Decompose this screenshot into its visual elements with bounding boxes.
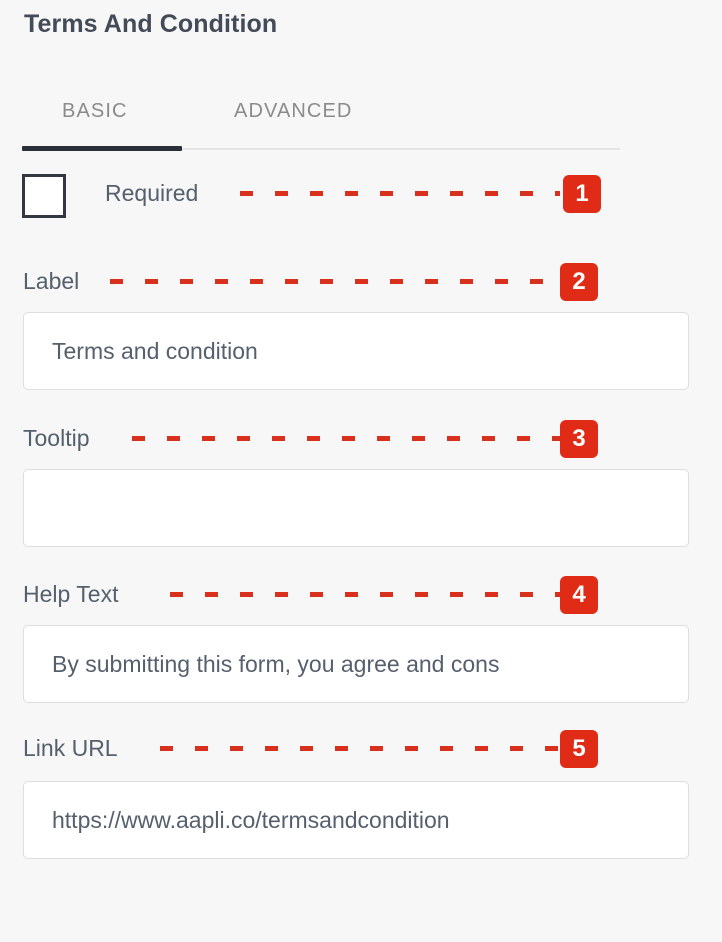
tooltip-field-label: Tooltip	[23, 425, 90, 451]
tab-advanced[interactable]: ADVANCED	[234, 100, 352, 123]
annotation-badge-1: 1	[563, 175, 601, 213]
annotation-dash-line-3	[132, 436, 562, 441]
annotation-badge-2: 2	[560, 263, 598, 301]
annotation-dash-line-1	[240, 191, 560, 196]
annotation-dash-line-2	[110, 279, 560, 284]
annotation-dash-line-4	[170, 592, 562, 597]
link-url-field-label: Link URL	[23, 735, 118, 761]
link-url-input[interactable]: https://www.aapli.co/termsandcondition	[23, 781, 689, 859]
help-text-input[interactable]: By submitting this form, you agree and c…	[23, 625, 689, 703]
annotation-dash-line-5	[160, 746, 562, 751]
required-label: Required	[105, 180, 199, 206]
annotation-badge-3: 3	[560, 420, 598, 458]
label-input[interactable]: Terms and condition	[23, 312, 689, 390]
tab-basic[interactable]: BASIC	[62, 100, 128, 123]
tab-bar: BASIC ADVANCED	[0, 100, 722, 152]
required-checkbox[interactable]	[22, 174, 66, 218]
help-text-field-label: Help Text	[23, 581, 119, 607]
annotation-badge-5: 5	[560, 730, 598, 768]
page-title: Terms And Condition	[24, 10, 278, 38]
tooltip-input[interactable]	[23, 469, 689, 547]
label-field-label: Label	[23, 268, 80, 294]
tab-active-indicator	[22, 146, 182, 151]
annotation-badge-4: 4	[560, 576, 598, 614]
